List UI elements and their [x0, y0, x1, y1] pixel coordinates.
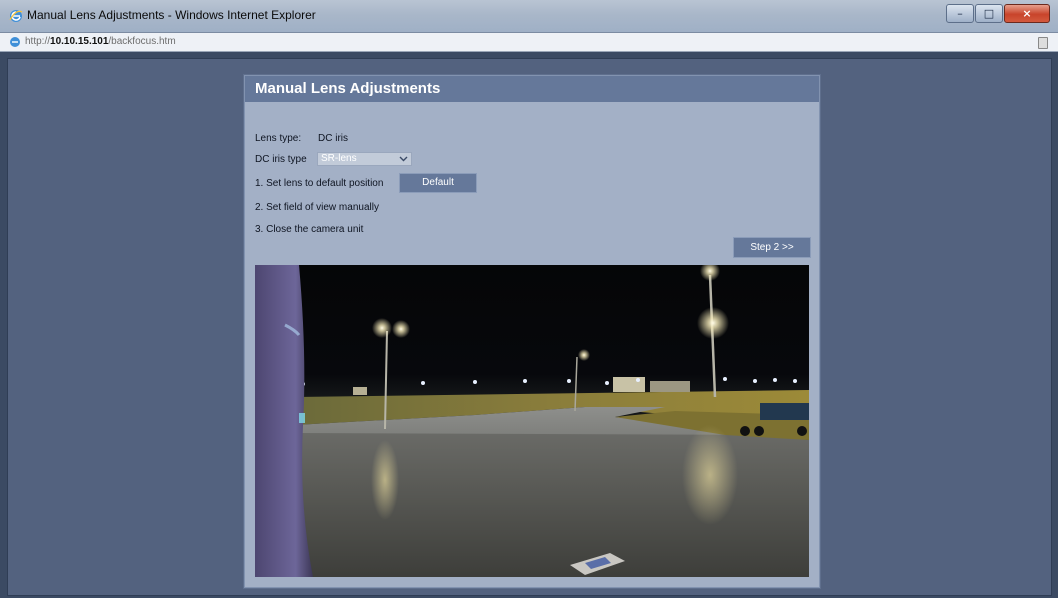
- lens-adjust-panel: Manual Lens Adjustments Lens type: DC ir…: [244, 75, 820, 588]
- camera-image: [255, 265, 809, 577]
- iris-type-label: DC iris type: [255, 154, 307, 165]
- step1-label: 1. Set lens to default position: [255, 178, 384, 189]
- window-titlebar[interactable]: Manual Lens Adjustments - Windows Intern…: [0, 0, 1058, 33]
- maximize-button[interactable]: □: [975, 4, 1003, 23]
- url-path: /backfocus.htm: [108, 36, 176, 47]
- camera-preview: [255, 265, 809, 577]
- url-text[interactable]: http://10.10.15.101/backfocus.htm: [25, 36, 176, 47]
- iris-type-select[interactable]: SR-lens: [317, 152, 412, 166]
- chevron-down-icon: [399, 156, 408, 162]
- panel-title: Manual Lens Adjustments: [255, 80, 441, 97]
- lens-type-label: Lens type:: [255, 133, 302, 144]
- lock-icon: [1038, 37, 1048, 49]
- page-icon: [10, 37, 20, 47]
- url-scheme: http://: [25, 36, 51, 47]
- window-title: Manual Lens Adjustments - Windows Intern…: [27, 8, 316, 22]
- lens-type-value: DC iris: [318, 133, 348, 144]
- address-bar[interactable]: http://10.10.15.101/backfocus.htm: [0, 33, 1058, 52]
- minimize-button[interactable]: –: [946, 4, 974, 23]
- step3-label: 3. Close the camera unit: [255, 224, 364, 235]
- window-controls: – □ ×: [945, 4, 1050, 23]
- iris-type-value: SR-lens: [321, 153, 357, 164]
- step2-label: 2. Set field of view manually: [255, 202, 379, 213]
- url-host: 10.10.15.101: [50, 36, 109, 47]
- ie-icon: [9, 10, 23, 22]
- step2-button[interactable]: Step 2 >>: [733, 237, 811, 258]
- default-button[interactable]: Default: [399, 173, 477, 193]
- close-button[interactable]: ×: [1004, 4, 1050, 23]
- panel-header: Manual Lens Adjustments: [245, 76, 819, 102]
